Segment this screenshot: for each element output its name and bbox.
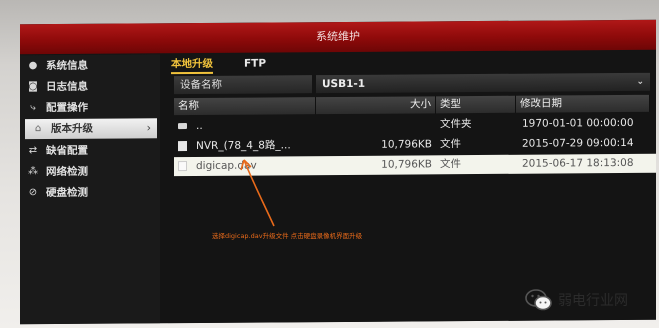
sidebar: ● 系统信息 ◙ 日志信息 ⤷ 配置操作 ⌂ 版本升级 › ⇄ 缺省配置 ⁂ 网… [20, 54, 160, 325]
network-icon: ⁂ [28, 166, 38, 178]
sidebar-item-network[interactable]: ⁂ 网络检测 [20, 161, 160, 182]
photo-frame: 系统维护 ● 系统信息 ◙ 日志信息 ⤷ 配置操作 ⌂ 版本升级 › ⇄ 缺省配… [0, 0, 659, 328]
annotation-text: 选择digicap.dav升级文件 点击硬盘录像机界面升级 [212, 232, 363, 240]
dvr-screen: 系统维护 ● 系统信息 ◙ 日志信息 ⤷ 配置操作 ⌂ 版本升级 › ⇄ 缺省配… [20, 19, 656, 325]
config-icon: ⤷ [30, 102, 36, 114]
table-row[interactable]: NVR_(78_4_8路_... 10,796KB 文件 2015-07-29 … [174, 134, 656, 156]
file-type: 文件 [440, 138, 461, 151]
column-header-type[interactable]: 类型 [436, 95, 516, 114]
window-title: 系统维护 [316, 29, 360, 44]
sidebar-item-label: 网络检测 [46, 165, 88, 179]
column-header-size[interactable]: 大小 [316, 96, 436, 115]
window-title-bar: 系统维护 [20, 19, 656, 55]
column-header-name[interactable]: 名称 [174, 97, 316, 116]
watermark-text: 弱电行业网 [558, 293, 628, 309]
file-name: digicap.dav [196, 159, 257, 172]
device-select-value: USB1-1 [322, 77, 366, 91]
file-size: 10,796KB [381, 158, 432, 171]
table-row-selected[interactable]: digicap.dav 10,796KB 文件 2015-06-17 18:13… [174, 153, 656, 177]
info-icon: ● [28, 60, 38, 72]
log-icon: ◙ [28, 81, 38, 93]
sidebar-item-default[interactable]: ⇄ 缺省配置 [20, 140, 160, 161]
folder-icon [178, 123, 187, 130]
upgrade-icon: ⌂ [34, 123, 42, 135]
file-date: 2015-07-29 09:00:14 [522, 136, 634, 150]
sidebar-item-log-info[interactable]: ◙ 日志信息 [20, 76, 160, 97]
file-name: .. [196, 119, 203, 132]
tab-ftp[interactable]: FTP [244, 56, 266, 72]
file-type: 文件夹 [440, 118, 472, 131]
device-name-label: 设备名称 [174, 75, 312, 95]
chevron-right-icon: › [146, 121, 151, 135]
sidebar-item-label: 版本升级 [51, 122, 93, 136]
sidebar-item-config[interactable]: ⤷ 配置操作 [20, 97, 160, 118]
sidebar-item-label: 缺省配置 [46, 144, 88, 158]
sidebar-item-label: 硬盘检测 [46, 186, 88, 200]
file-icon [178, 161, 187, 172]
sidebar-item-upgrade[interactable]: ⌂ 版本升级 › [25, 118, 157, 140]
file-type: 文件 [440, 158, 461, 171]
column-header-date[interactable]: 修改日期 [516, 94, 650, 113]
table-row[interactable]: .. 文件夹 1970-01-01 00:00:00 [174, 114, 656, 136]
device-select[interactable]: USB1-1 ⌄ [316, 72, 650, 94]
file-size: 10,796KB [381, 138, 432, 151]
file-name: NVR_(78_4_8路_... [196, 139, 291, 152]
file-icon [178, 141, 187, 152]
wechat-icon [525, 289, 552, 311]
file-size [316, 115, 432, 116]
file-date: 2015-06-17 18:13:08 [522, 156, 634, 170]
sidebar-item-label: 配置操作 [46, 101, 88, 115]
main-panel: 本地升级 FTP 设备名称 USB1-1 ⌄ 名称 大小 类型 修改日期 .. … [168, 50, 656, 324]
default-icon: ⇄ [28, 145, 38, 157]
file-date: 1970-01-01 00:00:00 [522, 116, 634, 130]
disk-icon: ⊘ [28, 187, 38, 199]
device-row: 设备名称 USB1-1 ⌄ [174, 72, 656, 95]
sidebar-item-disk[interactable]: ⊘ 硬盘检测 [20, 182, 160, 203]
file-table: 名称 大小 类型 修改日期 .. 文件夹 1970-01-01 00:00:00… [174, 94, 656, 177]
sidebar-item-label: 系统信息 [46, 59, 88, 73]
sidebar-item-system-info[interactable]: ● 系统信息 [20, 55, 160, 76]
sidebar-item-label: 日志信息 [46, 80, 88, 94]
tab-local-upgrade[interactable]: 本地升级 [171, 55, 213, 75]
chevron-down-icon: ⌄ [636, 76, 644, 87]
